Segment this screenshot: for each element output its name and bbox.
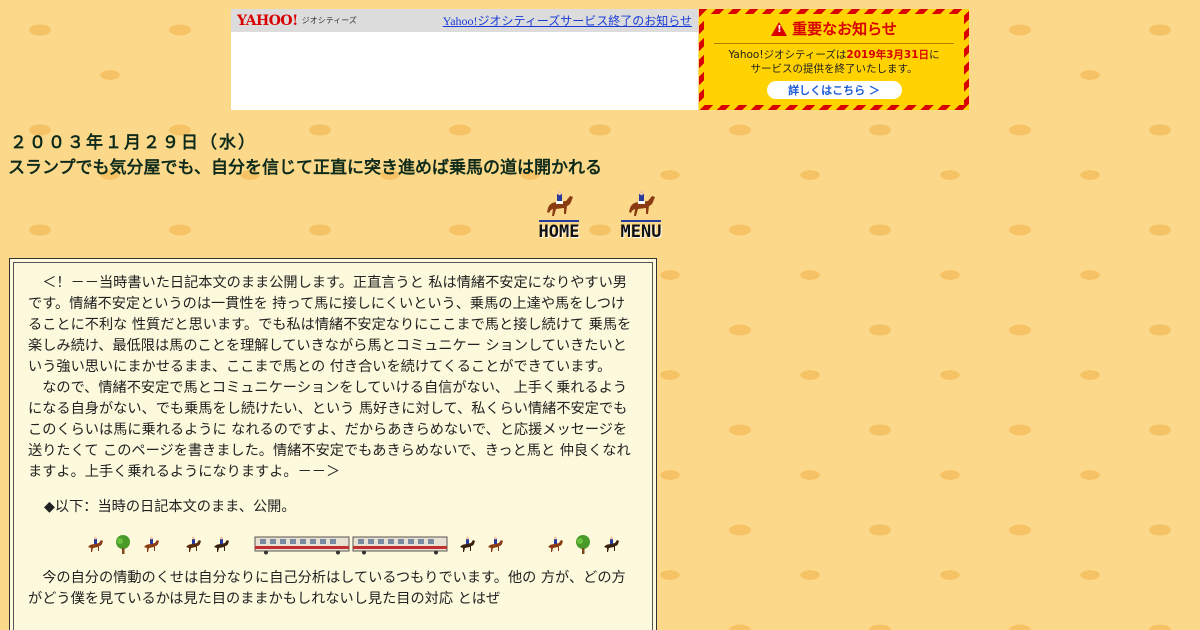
- horse-rider-icon: [214, 536, 229, 552]
- diary-sub-heading: ◆以下：当時の日記本文のまま、公開。: [44, 499, 296, 515]
- entry-date: ２００３年１月２９日（水）: [10, 133, 257, 153]
- horse-rider-icon: [186, 536, 201, 552]
- page-title: スランプでも気分屋でも、自分を信じて正直に突き進めば乗馬の道は開かれる: [8, 158, 602, 178]
- details-button[interactable]: 詳しくはこちら ＞: [766, 81, 902, 99]
- notice-text-after: に: [929, 49, 940, 61]
- tree-icon: [116, 535, 130, 554]
- notice-date: 2019年3月31日: [846, 49, 930, 61]
- menu-label: MENU: [620, 220, 662, 242]
- horse-rider-icon: [604, 536, 619, 552]
- notice-text-line2: サービスの提供を終了いたします。: [750, 63, 918, 75]
- horse-rider-icon: [488, 536, 503, 552]
- service-end-link[interactable]: Yahoo!ジオシティーズサービス終了のお知らせ: [443, 12, 692, 29]
- geocities-ad-banner: YAHOO! ジオシティーズ Yahoo!ジオシティーズサービス終了のお知らせ: [231, 9, 698, 110]
- diary-content: ＜！－－当時書いた日記本文のまま公開します。正直言うと 私は情緒不安定になりやす…: [13, 262, 653, 630]
- notice-text: Yahoo!ジオシティーズは2019年3月31日に サービスの提供を終了いたしま…: [728, 48, 939, 76]
- horse-rider-icon: [460, 536, 475, 552]
- tree-icon: [576, 535, 590, 554]
- diary-panel: ＜！－－当時書いた日記本文のまま公開します。正直言うと 私は情緒不安定になりやす…: [9, 258, 657, 630]
- horse-rider-icon: [548, 536, 563, 552]
- warning-icon: [771, 21, 788, 36]
- diary-paragraph-3: 今の自分の情動のくせは自分なりに自己分析はしているつもりでいます。他の 方が、ど…: [28, 570, 626, 607]
- home-button[interactable]: HOME: [531, 190, 587, 242]
- notice-text-before: Yahoo!ジオシティーズは: [728, 49, 847, 61]
- yahoo-logo[interactable]: YAHOO! ジオシティーズ: [237, 13, 357, 29]
- horse-rider-icon: [88, 536, 103, 552]
- important-notice-box[interactable]: 重要なお知らせ Yahoo!ジオシティーズは2019年3月31日に サービスの提…: [699, 9, 969, 110]
- horse-rider-icon: [144, 536, 159, 552]
- decorative-divider: [28, 532, 638, 558]
- horse-rider-icon: [629, 190, 655, 216]
- horse-rider-icon: [547, 190, 573, 216]
- home-label: HOME: [538, 220, 580, 242]
- menu-button[interactable]: MENU: [613, 190, 669, 242]
- yahoo-logo-text: YAHOO!: [237, 12, 298, 29]
- notice-title: 重要なお知らせ: [714, 18, 954, 44]
- diary-paragraph-1: ＜！－－当時書いた日記本文のまま公開します。正直言うと 私は情緒不安定になりやす…: [28, 275, 632, 375]
- notice-inner: 重要なお知らせ Yahoo!ジオシティーズは2019年3月31日に サービスの提…: [704, 14, 964, 105]
- train-icon: [254, 536, 448, 555]
- diary-paragraph-2: なので、情緒不安定で馬とコミュニケーションをしていける自信がない、 上手く乗れる…: [28, 380, 631, 480]
- notice-title-text: 重要なお知らせ: [792, 20, 897, 38]
- ad-bar: YAHOO! ジオシティーズ Yahoo!ジオシティーズサービス終了のお知らせ: [231, 9, 698, 32]
- geocities-logo-text: ジオシティーズ: [301, 16, 357, 25]
